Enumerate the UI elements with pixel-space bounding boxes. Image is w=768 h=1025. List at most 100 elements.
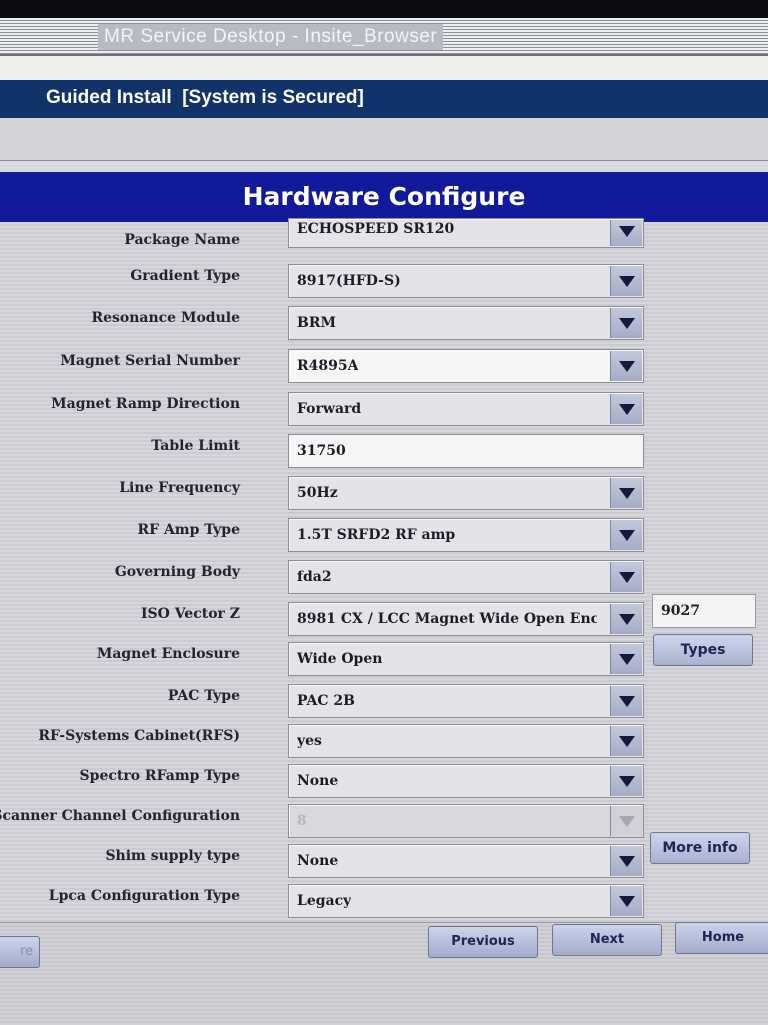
form-row: Lpca Configuration Type Legacy — [0, 878, 768, 918]
partial-left-button[interactable]: re — [0, 936, 40, 968]
dropdown-field[interactable]: None — [288, 764, 644, 798]
iso-vector-value-field[interactable]: 9027 — [652, 594, 756, 628]
sub-toolbar — [0, 118, 768, 161]
field-label: Table Limit — [151, 438, 240, 454]
form-row: Magnet Serial Number R4895A — [0, 343, 768, 383]
iso-vector-value: 9027 — [661, 603, 700, 619]
form-row: Spectro RFamp Type None — [0, 758, 768, 798]
chevron-down-icon — [619, 816, 635, 827]
field-value: None — [297, 853, 339, 869]
dropdown-button[interactable] — [610, 562, 642, 592]
field-label: Magnet Serial Number — [60, 353, 240, 369]
dropdown-button[interactable] — [610, 726, 642, 756]
dropdown-button[interactable] — [610, 220, 642, 246]
guided-install-title: Guided Install [System is Secured] — [46, 87, 364, 109]
dropdown-field[interactable]: 8917(HFD-S) — [288, 264, 644, 298]
dropdown-field[interactable]: R4895A — [288, 349, 644, 383]
screen-top-edge — [0, 0, 768, 18]
dropdown-button[interactable] — [610, 846, 642, 876]
dropdown-button[interactable] — [610, 766, 642, 796]
field-value: None — [297, 773, 339, 789]
dropdown-button[interactable] — [610, 644, 642, 674]
dropdown-field[interactable]: Legacy — [288, 884, 644, 918]
dropdown-field[interactable]: Wide Open — [288, 642, 644, 676]
form-row: RF Amp Type 1.5T SRFD2 RF amp — [0, 512, 768, 552]
dropdown-button[interactable] — [610, 886, 642, 916]
field-label: Governing Body — [114, 564, 240, 580]
field-value: Wide Open — [297, 651, 383, 667]
dropdown-field[interactable]: 8981 CX / LCC Magnet Wide Open Encl... — [288, 602, 644, 636]
field-value: ECHOSPEED SR120 — [297, 221, 455, 237]
form-row: Resonance Module BRM — [0, 300, 768, 340]
chevron-down-icon — [619, 614, 635, 625]
form-row: Package Name ECHOSPEED SR120 — [0, 218, 768, 262]
previous-button[interactable]: Previous — [428, 926, 538, 958]
field-label: Package Name — [124, 232, 240, 248]
form-row: Gradient Type 8917(HFD-S) — [0, 258, 768, 298]
field-label: RF Amp Type — [137, 522, 241, 538]
field-label: PAC Type — [167, 688, 240, 704]
dropdown-field[interactable]: None — [288, 844, 644, 878]
window-title: MR Service Desktop - Insite_Browser — [98, 24, 444, 50]
dropdown-field[interactable]: yes — [288, 724, 644, 758]
field-label: Gradient Type — [130, 268, 240, 284]
chevron-down-icon — [619, 896, 635, 907]
field-value: fda2 — [297, 569, 332, 585]
field-label: Shim supply type — [105, 848, 240, 864]
dropdown-field[interactable]: PAC 2B — [288, 684, 644, 718]
guide-title: Guided Install — [46, 87, 172, 108]
chevron-down-icon — [619, 530, 635, 541]
field-label: Resonance Module — [91, 310, 240, 326]
chevron-down-icon — [619, 572, 635, 583]
dropdown-field[interactable]: BRM — [288, 306, 644, 340]
chevron-down-icon — [619, 318, 635, 329]
field-value: R4895A — [297, 358, 359, 374]
field-value: Forward — [297, 401, 362, 417]
home-button[interactable]: Home — [675, 922, 768, 954]
field-label: Magnet Ramp Direction — [51, 396, 240, 412]
text-field[interactable]: 31750 — [288, 434, 644, 468]
chevron-down-icon — [619, 226, 635, 237]
chevron-down-icon — [619, 404, 635, 415]
field-value: BRM — [297, 315, 336, 331]
field-value: PAC 2B — [297, 693, 355, 709]
form-row: RF-Systems Cabinet(RFS) yes — [0, 718, 768, 758]
guided-install-bar: Guided Install [System is Secured] — [0, 80, 768, 118]
form-row: Line Frequency 50Hz — [0, 470, 768, 510]
field-label: Lpca Configuration Type — [48, 888, 240, 904]
next-button[interactable]: Next — [552, 924, 662, 956]
dropdown-button[interactable] — [610, 351, 642, 381]
form-row: Governing Body fda2 — [0, 554, 768, 594]
chevron-down-icon — [619, 361, 635, 372]
dropdown-field[interactable]: 8 — [288, 804, 644, 838]
dropdown-button[interactable] — [610, 604, 642, 634]
dropdown-button[interactable] — [610, 806, 642, 836]
dropdown-field[interactable]: fda2 — [288, 560, 644, 594]
field-value: 31750 — [297, 443, 346, 459]
dropdown-field[interactable]: Forward — [288, 392, 644, 426]
form-row: PAC Type PAC 2B — [0, 678, 768, 718]
form-row: Magnet Ramp Direction Forward — [0, 386, 768, 426]
dropdown-button[interactable] — [610, 478, 642, 508]
chevron-down-icon — [619, 736, 635, 747]
chevron-down-icon — [619, 696, 635, 707]
field-value: 1.5T SRFD2 RF amp — [297, 527, 456, 543]
types-button[interactable]: Types — [653, 634, 753, 666]
dropdown-field[interactable]: 50Hz — [288, 476, 644, 510]
dropdown-button[interactable] — [610, 686, 642, 716]
dropdown-button[interactable] — [610, 266, 642, 296]
field-label: Line Frequency — [119, 480, 240, 496]
dropdown-field[interactable]: 1.5T SRFD2 RF amp — [288, 518, 644, 552]
chevron-down-icon — [619, 654, 635, 665]
dropdown-button[interactable] — [610, 520, 642, 550]
dropdown-button[interactable] — [610, 308, 642, 338]
field-value: 50Hz — [297, 485, 338, 501]
dropdown-field[interactable]: ECHOSPEED SR120 — [288, 218, 644, 248]
field-label: Magnet Enclosure — [96, 646, 240, 662]
window-title-bar: MR Service Desktop - Insite_Browser — [0, 18, 768, 56]
more-info-button[interactable]: More info — [650, 832, 750, 864]
menu-band — [0, 56, 768, 80]
field-label: Scanner Channel Configuration — [0, 808, 240, 824]
field-value: 8981 CX / LCC Magnet Wide Open Encl... — [297, 611, 597, 627]
dropdown-button[interactable] — [610, 394, 642, 424]
